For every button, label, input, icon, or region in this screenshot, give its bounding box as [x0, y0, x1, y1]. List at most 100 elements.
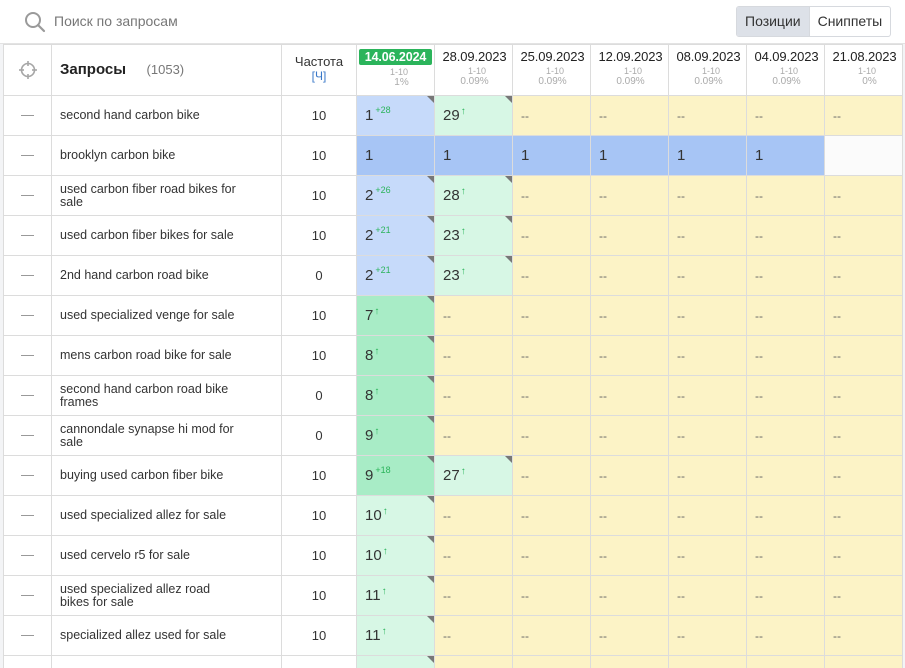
position-cell[interactable]: 1	[356, 135, 435, 176]
position-cell[interactable]: 8↑	[356, 375, 435, 416]
row-drag-handle[interactable]	[3, 415, 52, 456]
position-cell[interactable]: --	[590, 175, 669, 216]
row-drag-handle[interactable]	[3, 615, 52, 656]
position-cell[interactable]: --	[590, 335, 669, 376]
query-cell[interactable]: used cervelo r5 for sale	[51, 535, 282, 576]
position-cell[interactable]: 1	[590, 135, 669, 176]
row-drag-handle[interactable]	[3, 575, 52, 616]
row-drag-handle[interactable]	[3, 215, 52, 256]
position-cell[interactable]: --	[590, 535, 669, 576]
position-cell[interactable]: --	[434, 615, 513, 656]
position-cell[interactable]: 2 +21	[356, 255, 435, 296]
position-cell[interactable]: 7↑	[356, 295, 435, 336]
position-cell[interactable]	[512, 655, 591, 668]
position-cell[interactable]: --	[512, 615, 591, 656]
position-cell[interactable]: --	[434, 575, 513, 616]
position-cell[interactable]	[824, 655, 903, 668]
frequency-unit[interactable]: [Ч]	[283, 69, 356, 83]
row-drag-handle[interactable]	[3, 295, 52, 336]
position-cell[interactable]: 1 +28	[356, 95, 435, 136]
position-cell[interactable]: --	[434, 295, 513, 336]
position-cell[interactable]: --	[824, 575, 903, 616]
row-drag-handle[interactable]	[3, 95, 52, 136]
position-cell[interactable]: --	[590, 495, 669, 536]
position-cell[interactable]: --	[746, 415, 825, 456]
position-cell[interactable]: 11↑	[356, 575, 435, 616]
position-cell[interactable]: 10↑	[356, 535, 435, 576]
position-cell[interactable]: --	[512, 215, 591, 256]
position-cell[interactable]: --	[512, 495, 591, 536]
position-cell[interactable]	[356, 655, 435, 668]
position-cell[interactable]: --	[668, 615, 747, 656]
date-column-header[interactable]: 25.09.2023 1-10 0.09%	[512, 44, 591, 96]
date-column-header[interactable]: 21.08.2023 1-10 0%	[824, 44, 903, 96]
position-cell[interactable]: --	[668, 375, 747, 416]
query-cell[interactable]: buying used carbon fiber bike	[51, 455, 282, 496]
position-cell[interactable]: --	[512, 455, 591, 496]
position-cell[interactable]: --	[746, 335, 825, 376]
position-cell[interactable]: --	[434, 495, 513, 536]
position-cell[interactable]: --	[512, 375, 591, 416]
position-cell[interactable]: --	[746, 175, 825, 216]
position-cell[interactable]: 1	[746, 135, 825, 176]
position-cell[interactable]: --	[824, 335, 903, 376]
position-cell[interactable]: --	[590, 455, 669, 496]
position-cell[interactable]: 9↑	[356, 415, 435, 456]
position-cell[interactable]: 1	[434, 135, 513, 176]
search-input[interactable]	[54, 9, 414, 33]
position-cell[interactable]: 29↑	[434, 95, 513, 136]
position-cell[interactable]: --	[668, 95, 747, 136]
positions-tab[interactable]: Позиции	[737, 7, 809, 36]
position-cell[interactable]	[668, 655, 747, 668]
query-cell[interactable]: brooklyn carbon bike	[51, 135, 282, 176]
position-cell[interactable]: 28↑	[434, 175, 513, 216]
position-cell[interactable]: 1	[512, 135, 591, 176]
position-cell[interactable]: --	[668, 455, 747, 496]
position-cell[interactable]: --	[824, 295, 903, 336]
position-cell[interactable]: 9 +18	[356, 455, 435, 496]
position-cell[interactable]: --	[746, 615, 825, 656]
position-cell[interactable]: --	[512, 335, 591, 376]
position-cell[interactable]: --	[590, 255, 669, 296]
position-cell[interactable]	[434, 655, 513, 668]
query-cell[interactable]: used specialized allez road bikes for sa…	[51, 575, 282, 616]
position-cell[interactable]: --	[668, 415, 747, 456]
position-cell[interactable]: --	[668, 495, 747, 536]
position-cell[interactable]: --	[512, 175, 591, 216]
position-cell[interactable]: 23↑	[434, 255, 513, 296]
position-cell[interactable]: --	[746, 295, 825, 336]
date-column-header[interactable]: 04.09.2023 1-10 0.09%	[746, 44, 825, 96]
row-drag-handle[interactable]	[3, 175, 52, 216]
position-cell[interactable]: --	[824, 95, 903, 136]
position-cell[interactable]: 11↑	[356, 615, 435, 656]
position-cell[interactable]: --	[824, 215, 903, 256]
position-cell[interactable]: --	[746, 255, 825, 296]
position-cell[interactable]: --	[434, 335, 513, 376]
position-cell[interactable]: --	[824, 495, 903, 536]
position-cell[interactable]: --	[824, 415, 903, 456]
queries-header[interactable]: Запросы (1053)	[51, 44, 282, 96]
position-cell[interactable]: --	[512, 535, 591, 576]
row-drag-handle[interactable]	[3, 655, 52, 668]
position-cell[interactable]: --	[590, 415, 669, 456]
position-cell[interactable]: --	[746, 455, 825, 496]
position-cell[interactable]: --	[824, 535, 903, 576]
query-cell[interactable]: 2nd hand carbon road bike	[51, 255, 282, 296]
position-cell[interactable]: --	[824, 615, 903, 656]
position-cell[interactable]: --	[824, 375, 903, 416]
date-column-header[interactable]: 08.09.2023 1-10 0.09%	[668, 44, 747, 96]
query-cell[interactable]: mens carbon road bike for sale	[51, 335, 282, 376]
position-cell[interactable]: --	[668, 335, 747, 376]
row-drag-handle[interactable]	[3, 535, 52, 576]
position-cell[interactable]: 2 +21	[356, 215, 435, 256]
position-cell[interactable]: --	[746, 495, 825, 536]
position-cell[interactable]: --	[512, 255, 591, 296]
query-cell[interactable]: used specialized venge for sale	[51, 295, 282, 336]
query-cell[interactable]: second hand carbon road bike frames	[51, 375, 282, 416]
target-icon[interactable]	[18, 60, 38, 80]
row-drag-handle[interactable]	[3, 255, 52, 296]
query-cell[interactable]: used carbon fiber road bikes for sale	[51, 175, 282, 216]
position-cell[interactable]: --	[590, 295, 669, 336]
position-cell[interactable]: --	[590, 215, 669, 256]
position-cell[interactable]: 2 +26	[356, 175, 435, 216]
